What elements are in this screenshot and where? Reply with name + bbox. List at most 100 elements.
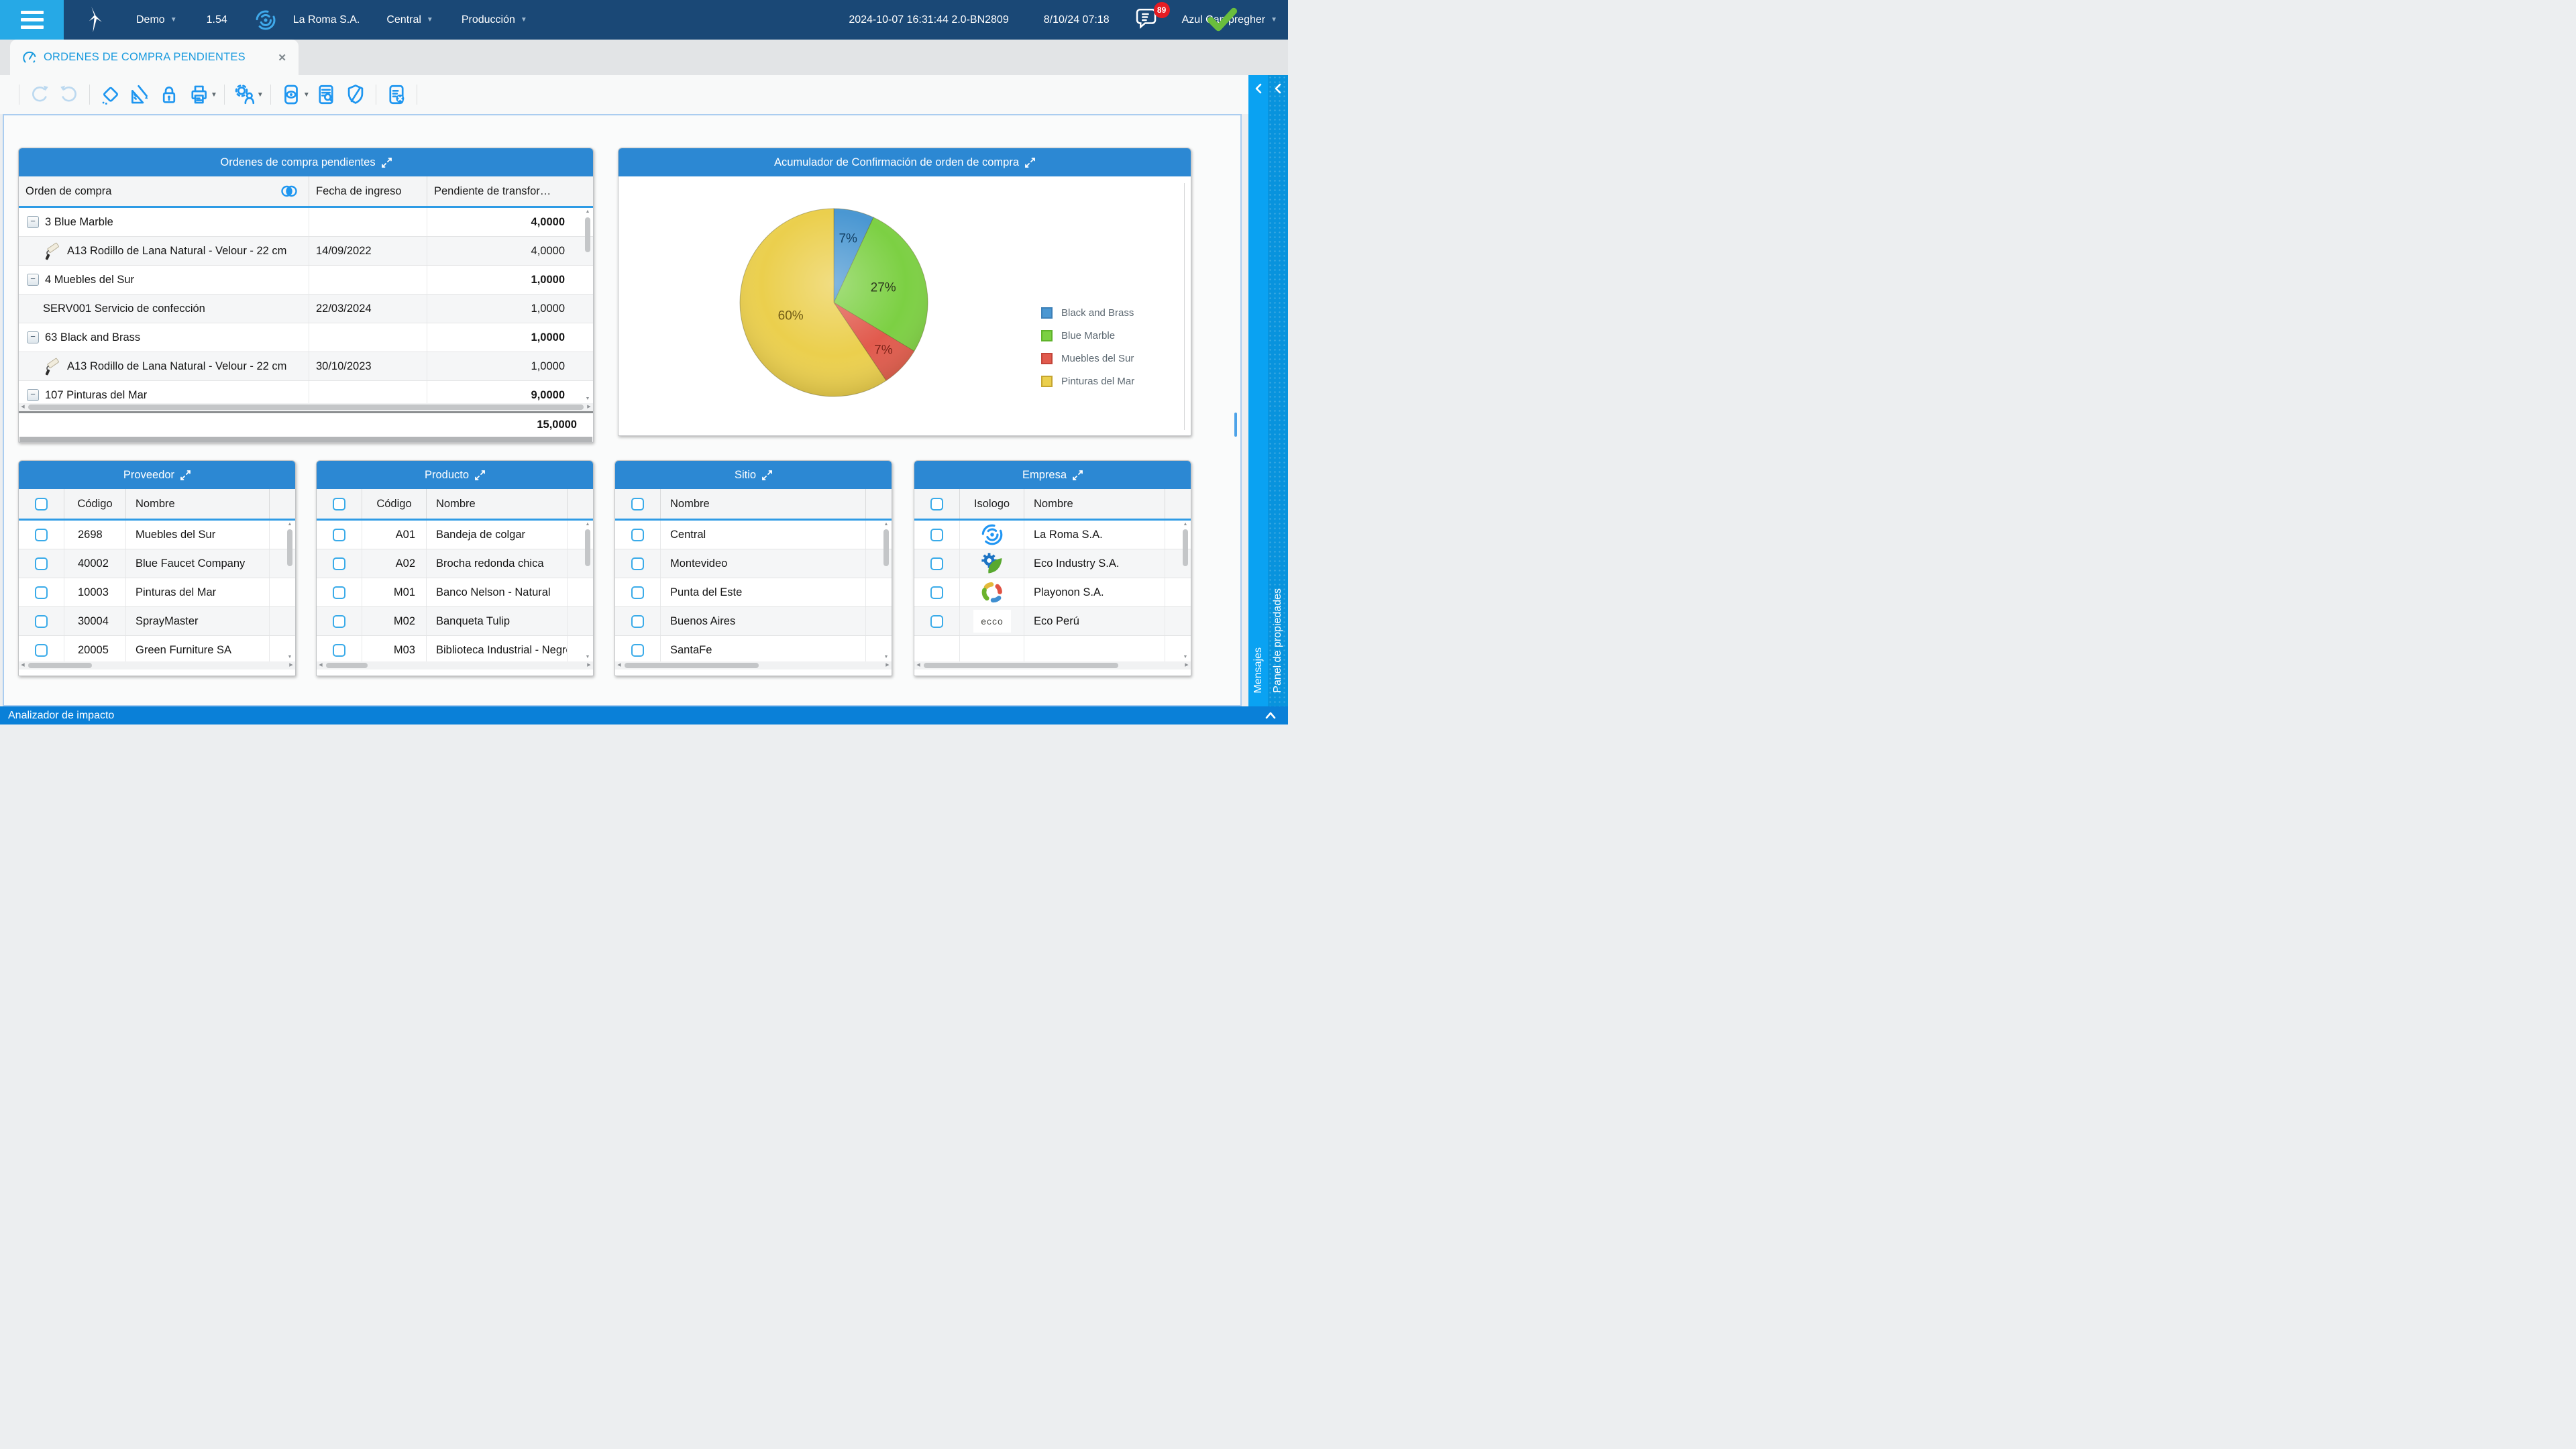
tab-close-icon[interactable]: ✕	[278, 52, 286, 64]
proveedor-vertical-scrollbar[interactable]: ▲▼	[285, 521, 294, 661]
table-row[interactable]	[914, 636, 1191, 661]
table-row[interactable]: SantaFe	[615, 636, 892, 661]
column-header-pendiente[interactable]: Pendiente de transfor…	[427, 176, 583, 206]
column-header-nombre[interactable]: Nombre	[661, 489, 866, 519]
row-checkbox[interactable]	[930, 615, 943, 628]
row-checkbox[interactable]	[333, 529, 345, 541]
select-all-checkbox[interactable]	[35, 498, 48, 511]
row-checkbox[interactable]	[631, 644, 644, 657]
table-row[interactable]: A01Bandeja de colgar	[317, 521, 593, 549]
row-checkbox[interactable]	[930, 586, 943, 599]
demo-menu[interactable]: Demo▼	[136, 14, 177, 26]
chevron-down-icon[interactable]: ▼	[211, 91, 217, 99]
collapse-toggle-icon[interactable]: −	[27, 389, 39, 401]
table-row[interactable]: 20005Green Furniture SA	[19, 636, 295, 661]
collapse-toggle-icon[interactable]: −	[27, 216, 39, 228]
row-checkbox[interactable]	[333, 644, 345, 657]
collapse-toggle-icon[interactable]: −	[27, 274, 39, 286]
select-all-checkbox[interactable]	[333, 498, 345, 511]
order-group-row[interactable]: −4 Muebles del Sur1,0000	[19, 266, 593, 294]
side-tab-mensajes[interactable]: Mensajes	[1248, 75, 1268, 706]
table-row[interactable]: A02Brocha redonda chica	[317, 549, 593, 578]
eraser-icon[interactable]	[95, 80, 125, 109]
expand-icon[interactable]	[382, 158, 392, 168]
design-ruler-pencil-icon[interactable]	[125, 80, 154, 109]
empresa-vertical-scrollbar[interactable]: ▲▼	[1181, 521, 1190, 661]
row-checkbox[interactable]	[333, 557, 345, 570]
order-group-row[interactable]: −63 Black and Brass1,0000	[19, 323, 593, 352]
orders-horizontal-scrollbar[interactable]: ◀▶	[19, 403, 593, 411]
preview-eye-icon[interactable]	[276, 80, 306, 109]
table-row[interactable]: 2698Muebles del Sur	[19, 521, 295, 549]
row-checkbox[interactable]	[930, 529, 943, 541]
column-header-código[interactable]: Código	[64, 489, 126, 519]
chevron-down-icon[interactable]: ▼	[257, 91, 264, 99]
page-scrollbar-thumb[interactable]	[1234, 413, 1237, 437]
chevron-up-icon[interactable]	[1265, 712, 1276, 719]
table-row[interactable]: 30004SprayMaster	[19, 607, 295, 636]
column-header-nombre[interactable]: Nombre	[126, 489, 270, 519]
table-row[interactable]: M03Biblioteca Industrial - Negro	[317, 636, 593, 661]
document-search-icon[interactable]	[311, 80, 341, 109]
process-config-icon[interactable]	[230, 80, 260, 109]
table-row[interactable]: Eco Industry S.A.	[914, 549, 1191, 578]
table-row[interactable]: La Roma S.A.	[914, 521, 1191, 549]
undo-button[interactable]	[25, 80, 54, 109]
table-row[interactable]: Punta del Este	[615, 578, 892, 607]
chevron-down-icon[interactable]: ▼	[303, 91, 310, 99]
select-all-checkbox[interactable]	[930, 498, 943, 511]
expand-icon[interactable]	[475, 470, 485, 480]
select-all-checkbox[interactable]	[631, 498, 644, 511]
select-all-checkbox-cell[interactable]	[317, 489, 362, 519]
row-checkbox[interactable]	[333, 615, 345, 628]
expand-icon[interactable]	[180, 470, 191, 480]
column-header-nombre[interactable]: Nombre	[1024, 489, 1165, 519]
table-row[interactable]: Central	[615, 521, 892, 549]
security-shield-icon[interactable]	[341, 80, 370, 109]
empresa-horizontal-scrollbar[interactable]: ◀▶	[914, 661, 1191, 669]
select-all-checkbox-cell[interactable]	[19, 489, 64, 519]
expand-icon[interactable]	[762, 470, 772, 480]
select-all-checkbox-cell[interactable]	[914, 489, 960, 519]
lock-icon[interactable]	[154, 80, 184, 109]
order-group-row[interactable]: −107 Pinturas del Mar9,0000	[19, 381, 593, 403]
order-item-row[interactable]: A13 Rodillo de Lana Natural - Velour - 2…	[19, 352, 593, 381]
table-row[interactable]: 10003Pinturas del Mar	[19, 578, 295, 607]
select-all-checkbox-cell[interactable]	[615, 489, 661, 519]
order-item-row[interactable]: SERV001 Servicio de confección22/03/2024…	[19, 294, 593, 323]
collapse-toggle-icon[interactable]: −	[27, 331, 39, 343]
table-row[interactable]: M02Banqueta Tulip	[317, 607, 593, 636]
expand-icon[interactable]	[1073, 470, 1083, 480]
print-button[interactable]	[184, 80, 213, 109]
row-checkbox[interactable]	[631, 615, 644, 628]
sitio-horizontal-scrollbar[interactable]: ◀▶	[615, 661, 892, 669]
producto-horizontal-scrollbar[interactable]: ◀▶	[317, 661, 593, 669]
row-checkbox[interactable]	[631, 586, 644, 599]
row-checkbox[interactable]	[35, 615, 48, 628]
intersect-filter-icon[interactable]	[280, 184, 298, 199]
proveedor-horizontal-scrollbar[interactable]: ◀▶	[19, 661, 295, 669]
expand-icon[interactable]	[1025, 158, 1035, 168]
column-header-nombre[interactable]: Nombre	[427, 489, 568, 519]
side-tab-panel-de-propiedades[interactable]: Panel de propiedades	[1268, 75, 1288, 706]
site-menu[interactable]: Central▼	[386, 14, 433, 26]
tab-ordenes-de-compra-pendientes[interactable]: ORDENES DE COMPRA PENDIENTES ✕	[10, 40, 299, 75]
menu-icon[interactable]	[0, 0, 64, 40]
cancel-document-icon[interactable]	[382, 80, 411, 109]
row-checkbox[interactable]	[631, 529, 644, 541]
confirm-check-button[interactable]	[1205, 3, 1240, 36]
row-checkbox[interactable]	[35, 644, 48, 657]
order-item-row[interactable]: A13 Rodillo de Lana Natural - Velour - 2…	[19, 237, 593, 266]
row-checkbox[interactable]	[35, 557, 48, 570]
notifications-button[interactable]: 89	[1135, 6, 1159, 34]
table-row[interactable]: Montevideo	[615, 549, 892, 578]
column-header-fecha-de-ingreso[interactable]: Fecha de ingreso	[309, 176, 427, 206]
producto-vertical-scrollbar[interactable]: ▲▼	[583, 521, 592, 661]
column-header-isologo[interactable]: Isologo	[960, 489, 1024, 519]
table-row[interactable]: M01Banco Nelson - Natural	[317, 578, 593, 607]
orders-vertical-scrollbar[interactable]: ▲▼	[583, 208, 592, 403]
table-row[interactable]: 40002Blue Faucet Company	[19, 549, 295, 578]
redo-button[interactable]	[54, 80, 84, 109]
environment-menu[interactable]: Producción▼	[462, 14, 527, 26]
row-checkbox[interactable]	[333, 586, 345, 599]
